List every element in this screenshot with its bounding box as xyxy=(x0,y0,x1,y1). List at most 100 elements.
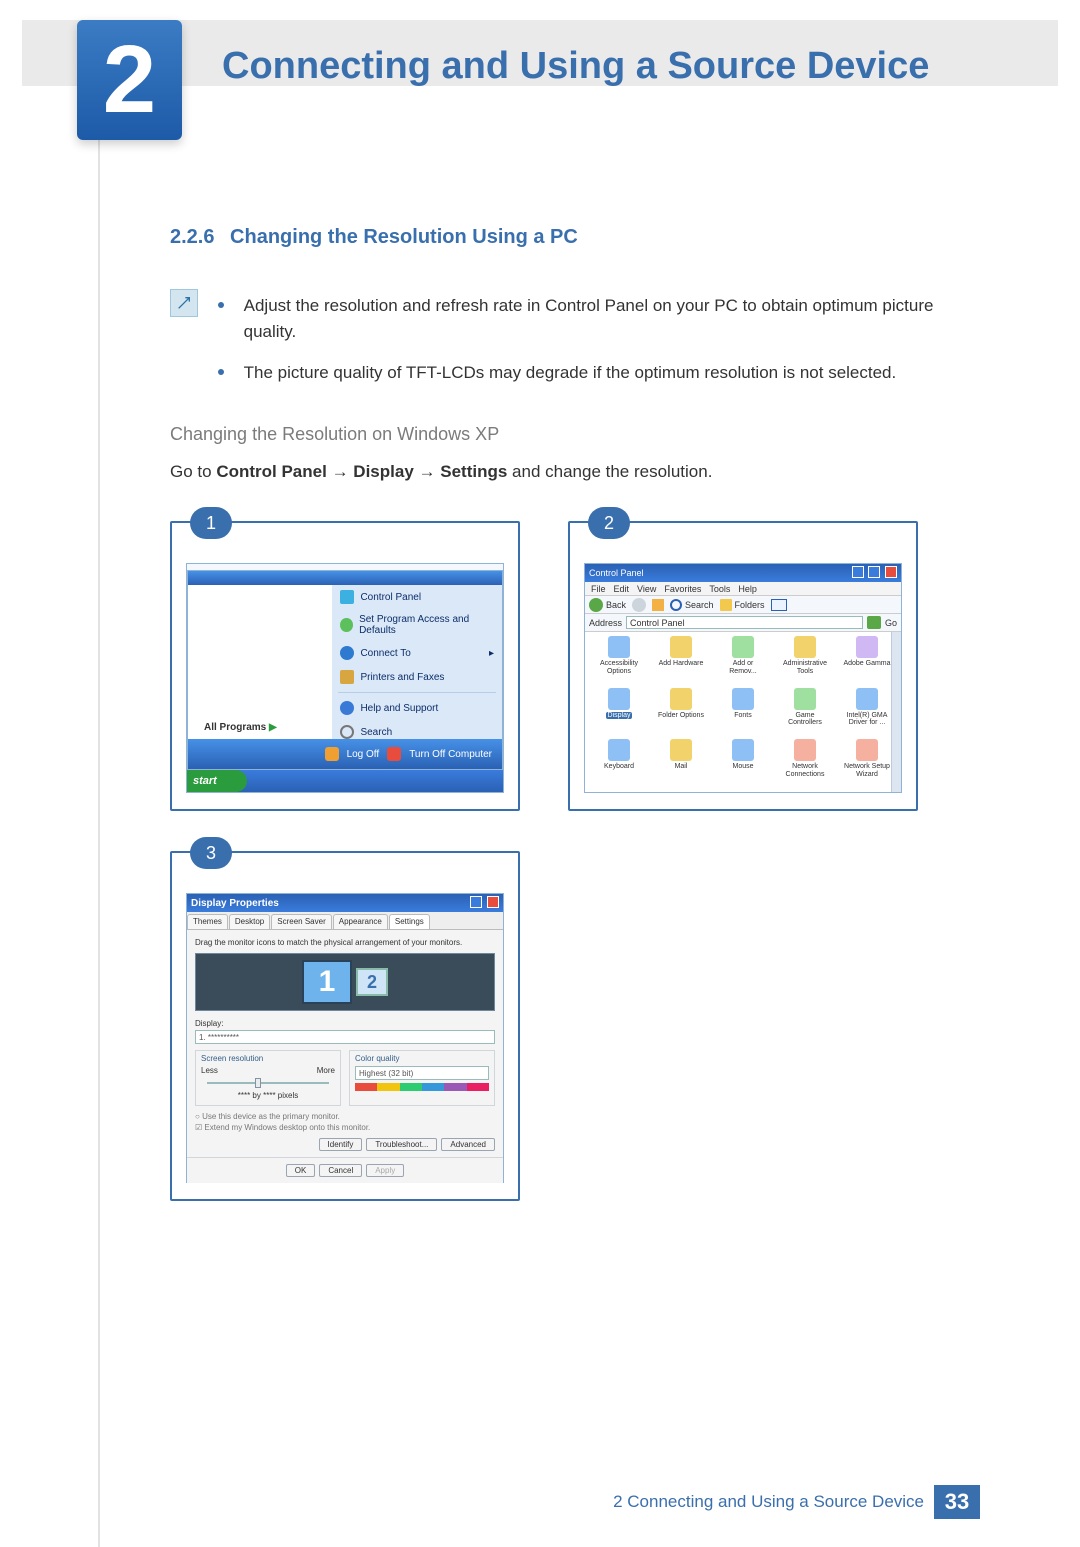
toolbar: Back Search Folders xyxy=(585,596,901,614)
display-select-value: 1. ********** xyxy=(199,1033,239,1042)
path-display: Display xyxy=(353,462,413,481)
menu-help: Help xyxy=(738,584,757,594)
window-buttons xyxy=(468,896,499,911)
menu-connect-to: Connect To ▸ xyxy=(332,641,502,665)
start-menu-screenshot: All Programs ▶ Control Panel Set Program… xyxy=(186,563,504,793)
instruction-text: Go to xyxy=(170,462,216,481)
cq-value: Highest (32 bit) xyxy=(359,1069,413,1078)
display-properties-screenshot: Display Properties Themes Desktop Screen… xyxy=(186,893,504,1183)
display-label: Display: xyxy=(195,1019,495,1028)
all-programs-label: All Programs xyxy=(204,722,266,733)
menu-favorites: Favorites xyxy=(664,584,701,594)
monitor-1: 1 xyxy=(302,960,352,1004)
menu-item-label: Connect To xyxy=(360,648,410,659)
control-panel-icon xyxy=(340,590,354,604)
view-icon xyxy=(771,599,787,611)
cp-icon: Fonts xyxy=(713,688,773,737)
note-block: Adjust the resolution and refresh rate i… xyxy=(170,279,980,400)
note-bullet: The picture quality of TFT-LCDs may degr… xyxy=(218,360,980,386)
control-panel-screenshot: Control Panel File Edit View Favorites T… xyxy=(584,563,902,793)
menu-item-label: Set Program Access and Defaults xyxy=(359,614,494,636)
page-footer: 2 Connecting and Using a Source Device 3… xyxy=(100,1485,980,1519)
color-quality-title: Color quality xyxy=(355,1054,489,1063)
sr-less: Less xyxy=(201,1066,218,1075)
close-icon xyxy=(487,896,499,908)
tab-appearance: Appearance xyxy=(333,914,388,929)
note-bullet: Adjust the resolution and refresh rate i… xyxy=(218,293,980,346)
search-icon xyxy=(670,599,682,611)
sr-value: **** by **** pixels xyxy=(201,1091,335,1100)
monitors-arrangement: 1 2 xyxy=(195,953,495,1011)
menu-item-label: Printers and Faxes xyxy=(360,672,444,683)
turnoff-icon xyxy=(387,747,401,761)
cp-icon: Folder Options xyxy=(651,688,711,737)
screen-resolution-title: Screen resolution xyxy=(201,1054,335,1063)
printers-icon xyxy=(340,670,354,684)
menu-help: Help and Support xyxy=(332,696,502,720)
section-title: Changing the Resolution Using a PC xyxy=(230,226,578,248)
figures-row-2: 3 Display Properties Themes Desktop Scre… xyxy=(170,851,980,1201)
cp-icon: Accessibility Options xyxy=(589,636,649,685)
check-label: Use this device as the primary monitor. xyxy=(202,1112,340,1121)
search-icon xyxy=(340,725,354,739)
turnoff-label: Turn Off Computer xyxy=(409,749,492,760)
figure-badge: 2 xyxy=(588,507,630,539)
cp-icon: Administrative Tools xyxy=(775,636,835,685)
figures-row: 1 All Programs ▶ Control Panel Set Progr… xyxy=(170,521,980,811)
arrow-icon: → xyxy=(332,462,354,481)
chapter-number: 2 xyxy=(103,32,156,128)
sr-more: More xyxy=(317,1066,335,1075)
cp-icon: Keyboard xyxy=(589,739,649,788)
folders-icon xyxy=(720,599,732,611)
chevron-right-icon: ▶ xyxy=(269,722,277,733)
figure-1: 1 All Programs ▶ Control Panel Set Progr… xyxy=(170,521,520,811)
search-label: Search xyxy=(685,600,714,610)
menu-item-label: Control Panel xyxy=(360,592,421,603)
back-icon xyxy=(589,598,603,612)
path-control-panel: Control Panel xyxy=(216,462,327,481)
forward-icon xyxy=(632,598,646,612)
program-access-icon xyxy=(340,618,353,632)
icon-area: Accessibility OptionsAdd HardwareAdd or … xyxy=(585,632,901,792)
window-title: Display Properties xyxy=(191,898,279,909)
cp-icon: Mouse xyxy=(713,739,773,788)
screen-resolution-pane: Screen resolution Less More **** by ****… xyxy=(195,1050,341,1106)
figure-badge: 3 xyxy=(190,837,232,869)
scrollbar xyxy=(891,632,901,792)
tab-themes: Themes xyxy=(187,914,228,929)
tab-settings: Settings xyxy=(389,914,430,929)
cp-icon: Add Hardware xyxy=(651,636,711,685)
maximize-icon xyxy=(868,566,880,578)
logoff-label: Log Off xyxy=(347,749,380,760)
start-button: start xyxy=(187,770,247,792)
tab-desktop: Desktop xyxy=(229,914,270,929)
start-label: start xyxy=(193,775,217,787)
cp-icon: Game Controllers xyxy=(775,688,835,737)
advanced-button: Advanced xyxy=(441,1138,495,1151)
cp-icon: Network Setup Wizard xyxy=(837,739,897,788)
cp-icon: Add or Remov... xyxy=(713,636,773,685)
address-value: Control Panel xyxy=(630,618,685,628)
check-label: Extend my Windows desktop onto this moni… xyxy=(204,1123,370,1132)
folders-label: Folders xyxy=(735,600,765,610)
identify-button: Identify xyxy=(319,1138,363,1151)
resolution-slider xyxy=(201,1079,335,1087)
path-settings: Settings xyxy=(440,462,507,481)
menu-tools: Tools xyxy=(709,584,730,594)
help-icon xyxy=(470,896,482,908)
minimize-icon xyxy=(852,566,864,578)
close-icon xyxy=(885,566,897,578)
chevron-right-icon: ▸ xyxy=(489,648,494,659)
go-label: Go xyxy=(885,618,897,628)
page-number: 33 xyxy=(934,1485,980,1519)
figure-2: 2 Control Panel File Edit View Favorites… xyxy=(568,521,918,811)
address-bar: Address Control Panel Go xyxy=(585,614,901,632)
tab-screensaver: Screen Saver xyxy=(271,914,331,929)
check-extend: ☑ Extend my Windows desktop onto this mo… xyxy=(195,1123,495,1132)
menu-edit: Edit xyxy=(614,584,630,594)
section-number: 2.2.6 xyxy=(170,226,214,248)
menu-printers: Printers and Faxes xyxy=(332,665,502,689)
cancel-button: Cancel xyxy=(319,1164,362,1177)
footer-label: 2 Connecting and Using a Source Device xyxy=(613,1492,924,1512)
apply-button: Apply xyxy=(366,1164,404,1177)
